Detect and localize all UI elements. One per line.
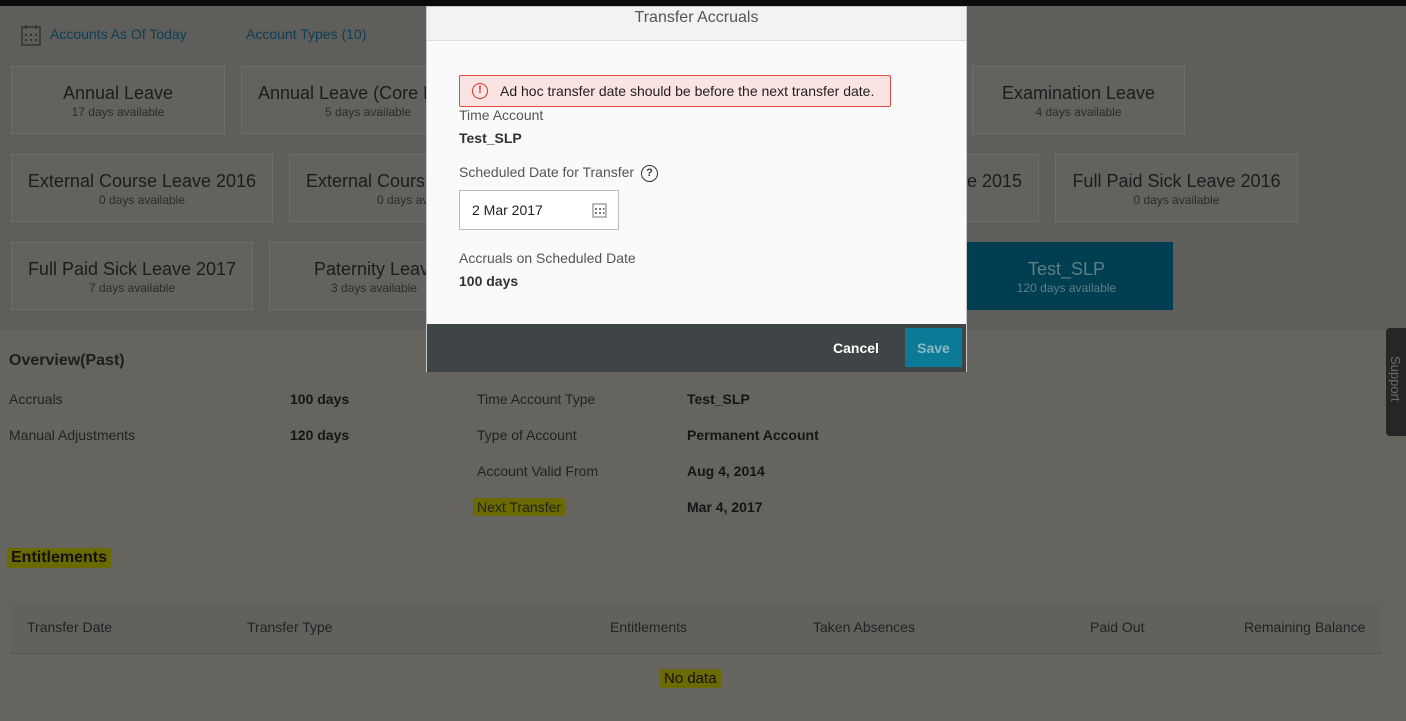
error-text: Ad hoc transfer date should be before th… (500, 83, 875, 99)
card-subtitle: 0 days available (98, 193, 186, 207)
field-label: Time Account Type (477, 391, 596, 407)
card-title: Examination Leave (1001, 83, 1156, 103)
column-header[interactable]: Remaining Balance (1244, 619, 1365, 635)
calendar-icon[interactable] (592, 202, 607, 218)
field-label: Account Valid From (477, 463, 599, 479)
field-label-highlighted: Next Transfer (473, 498, 566, 516)
field-label: Accruals (9, 391, 63, 407)
cancel-button[interactable]: Cancel (827, 334, 885, 362)
card-title: Full Paid Sick Leave 2016 (1072, 171, 1281, 191)
error-icon: ! (472, 83, 488, 99)
card-title: Full Paid Sick Leave 2017 (27, 259, 237, 279)
field-value: Permanent Account (687, 427, 819, 443)
card-title: Test_SLP (1027, 259, 1106, 279)
no-data-text: No data (660, 669, 721, 688)
account-card[interactable]: Full Paid Sick Leave 2016 0 days availabl… (1055, 154, 1298, 222)
time-account-value: Test_SLP (459, 130, 522, 146)
field-label: Manual Adjustments (9, 427, 136, 443)
column-header[interactable]: Entitlements (610, 619, 687, 635)
overview-title: Overview(Past) (9, 352, 125, 369)
card-title: Annual Leave (62, 83, 174, 103)
account-types-link[interactable]: Account Types (10) (246, 26, 366, 42)
account-card[interactable]: External Course Leave 2016 0 days availab… (11, 154, 273, 222)
accruals-label: Accruals on Scheduled Date (459, 250, 636, 266)
column-header[interactable]: Transfer Date (27, 619, 112, 635)
field-value: 100 days (290, 391, 350, 407)
support-label: Support (1388, 356, 1403, 402)
card-subtitle: 7 days available (88, 281, 176, 295)
account-card-selected[interactable]: Test_SLP 120 days available (960, 242, 1173, 310)
scheduled-date-input[interactable]: 2 Mar 2017 (459, 190, 619, 230)
support-tab[interactable]: Support (1386, 328, 1406, 436)
accounts-as-of-today-link[interactable]: Accounts As Of Today (50, 26, 187, 42)
date-label: Scheduled Date for Transfer (459, 164, 635, 180)
column-header[interactable]: Taken Absences (813, 619, 915, 635)
card-subtitle: 17 days available (71, 105, 165, 119)
account-card[interactable]: Full Paid Sick Leave 2017 7 days availabl… (11, 242, 253, 310)
card-title: External Course Leave 2016 (27, 171, 257, 191)
card-subtitle: 0 days available (1133, 193, 1220, 207)
field-value: Test_SLP (687, 391, 750, 407)
field-label: Type of Account (477, 427, 577, 443)
dialog-footer: Cancel Save (427, 324, 966, 372)
help-icon[interactable]: ? (641, 165, 658, 182)
calendar-icon (21, 25, 41, 46)
card-subtitle: 120 days available (1016, 281, 1117, 295)
field-value: Mar 4, 2017 (687, 499, 763, 515)
column-header[interactable]: Paid Out (1090, 619, 1144, 635)
accruals-value: 100 days (459, 273, 519, 289)
date-value: 2 Mar 2017 (472, 202, 543, 218)
column-header[interactable]: Transfer Type (247, 619, 333, 635)
field-value: 120 days (290, 427, 350, 443)
transfer-accruals-dialog: Transfer Accruals ! Ad hoc transfer date … (426, 6, 967, 372)
account-card[interactable]: Annual Leave 17 days available (11, 66, 225, 134)
error-message: ! Ad hoc transfer date should be before t… (459, 75, 891, 107)
time-account-label: Time Account (459, 107, 544, 123)
field-value: Aug 4, 2014 (687, 463, 765, 479)
account-card[interactable]: Examination Leave 4 days available (972, 66, 1185, 134)
entitlements-table-header (10, 602, 1382, 654)
save-button[interactable]: Save (905, 328, 962, 367)
card-subtitle: 4 days available (1035, 105, 1122, 119)
dialog-title: Transfer Accruals (427, 7, 966, 41)
entitlements-title: Entitlements (7, 548, 112, 568)
